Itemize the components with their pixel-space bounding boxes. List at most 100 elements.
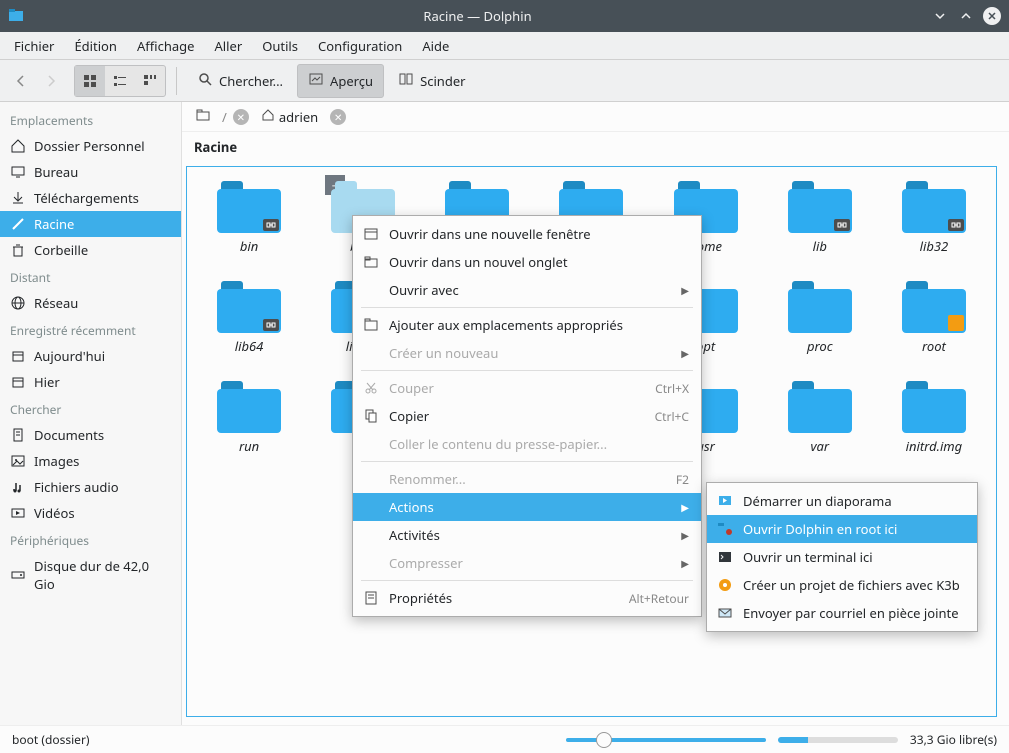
zoom-slider[interactable] <box>566 738 766 742</box>
folder-root[interactable]: root <box>882 277 986 359</box>
devices-heading: Périphériques <box>0 526 181 553</box>
forward-button[interactable] <box>38 68 64 94</box>
folder-initrd.img[interactable]: initrd.img <box>882 377 986 459</box>
ctx-d-marrer-un-diaporama[interactable]: Démarrer un diaporama <box>707 487 977 515</box>
folder-lib32[interactable]: lib32 <box>882 177 986 259</box>
sidebar-item-racine[interactable]: Racine <box>0 211 181 237</box>
menu-help[interactable]: Aide <box>412 33 459 59</box>
preview-icon <box>308 71 324 91</box>
split-button[interactable]: Scinder <box>388 65 475 97</box>
blank-icon <box>363 499 379 515</box>
folder-proc[interactable]: proc <box>768 277 872 359</box>
folder-bin[interactable]: bin <box>197 177 301 259</box>
path-home[interactable]: adrien <box>255 106 324 128</box>
sidebar-item-téléchargements[interactable]: Téléchargements <box>0 185 181 211</box>
window-icon <box>363 226 379 242</box>
view-icons-button[interactable] <box>75 66 105 96</box>
path-root[interactable] <box>190 106 216 128</box>
chevron-right-icon: ▶ <box>681 283 689 297</box>
folder-run[interactable]: run <box>197 377 301 459</box>
ctx-envoyer-par-courriel-en-pi-ce-jointe[interactable]: Envoyer par courriel en pièce jointe <box>707 599 977 627</box>
k3b-icon <box>717 577 733 593</box>
blank-icon <box>363 471 379 487</box>
blank-icon <box>363 345 379 361</box>
back-button[interactable] <box>8 68 34 94</box>
desktop-icon <box>10 164 26 180</box>
ctx-copier[interactable]: CopierCtrl+C <box>353 402 701 430</box>
folder-icon <box>217 181 281 233</box>
context-menu: Ouvrir dans une nouvelle fenêtreOuvrir d… <box>352 215 702 617</box>
ctx-actions[interactable]: Actions▶ <box>353 493 701 521</box>
blank-icon <box>363 527 379 543</box>
chevron-right-icon: ▶ <box>681 556 689 570</box>
home-icon <box>10 138 26 154</box>
ctx-couper: CouperCtrl+X <box>353 374 701 402</box>
folder-icon <box>788 281 852 333</box>
menu-config[interactable]: Configuration <box>308 33 412 59</box>
preview-button[interactable]: Aperçu <box>297 64 384 98</box>
sidebar-item-documents[interactable]: Documents <box>0 422 181 448</box>
ctx-activit-s[interactable]: Activités▶ <box>353 521 701 549</box>
folder-lib64[interactable]: lib64 <box>197 277 301 359</box>
search-icon <box>197 71 213 91</box>
folder-icon <box>788 181 852 233</box>
toolbar: Chercher... Aperçu Scinder <box>0 60 1009 102</box>
ctx-ouvrir-un-terminal-ici[interactable]: Ouvrir un terminal ici <box>707 543 977 571</box>
window-titlebar: Racine — Dolphin <box>0 0 1009 32</box>
menu-go[interactable]: Aller <box>204 33 252 59</box>
cut-icon <box>363 380 379 396</box>
space-indicator <box>778 737 898 743</box>
places-panel: Emplacements Dossier PersonnelBureauTélé… <box>0 102 182 725</box>
folder-var[interactable]: var <box>768 377 872 459</box>
view-details-button[interactable] <box>135 66 165 96</box>
path-close-icon[interactable]: ✕ <box>330 109 346 125</box>
path-close-icon[interactable]: ✕ <box>233 109 249 125</box>
blank-icon <box>363 282 379 298</box>
actions-submenu: Démarrer un diaporamaOuvrir Dolphin en r… <box>706 482 978 632</box>
menubar: Fichier Édition Affichage Aller Outils C… <box>0 32 1009 60</box>
search-heading: Chercher <box>0 395 181 422</box>
sidebar-item-fichiers-audio[interactable]: Fichiers audio <box>0 474 181 500</box>
ctx-ouvrir-avec[interactable]: Ouvrir avec▶ <box>353 276 701 304</box>
copy-icon <box>363 408 379 424</box>
sidebar-item-vidéos[interactable]: Vidéos <box>0 500 181 526</box>
menu-view[interactable]: Affichage <box>127 33 205 59</box>
home-icon <box>261 108 275 126</box>
search-button[interactable]: Chercher... <box>187 65 293 97</box>
view-compact-button[interactable] <box>105 66 135 96</box>
sidebar-item-aujourd'hui[interactable]: Aujourd'hui <box>0 343 181 369</box>
folder-icon <box>902 281 966 333</box>
sidebar-item-disque-dur-de-42,0-gio[interactable]: Disque dur de 42,0 Gio <box>0 553 181 597</box>
ctx-propri-t-s[interactable]: PropriétésAlt+Retour <box>353 584 701 612</box>
folder-icon <box>196 108 210 126</box>
maximize-button[interactable] <box>957 7 975 25</box>
image-icon <box>10 453 26 469</box>
ctx-cr-er-un-projet-de-fichiers-avec-k-b[interactable]: Créer un projet de fichiers avec K3b <box>707 571 977 599</box>
dolphin-root-icon <box>717 521 733 537</box>
tab-icon <box>363 254 379 270</box>
sidebar-item-corbeille[interactable]: Corbeille <box>0 237 181 263</box>
folder-icon <box>788 381 852 433</box>
folder-lib[interactable]: lib <box>768 177 872 259</box>
menu-tools[interactable]: Outils <box>252 33 308 59</box>
sidebar-item-bureau[interactable]: Bureau <box>0 159 181 185</box>
sidebar-item-réseau[interactable]: Réseau <box>0 290 181 316</box>
recent-heading: Enregistré récemment <box>0 316 181 343</box>
folder-icon <box>217 381 281 433</box>
sidebar-item-images[interactable]: Images <box>0 448 181 474</box>
ctx-ouvrir-dans-un-nouvel-onglet[interactable]: Ouvrir dans un nouvel onglet <box>353 248 701 276</box>
sidebar-item-dossier-personnel[interactable]: Dossier Personnel <box>0 133 181 159</box>
sidebar-item-hier[interactable]: Hier <box>0 369 181 395</box>
menu-edit[interactable]: Édition <box>64 33 127 59</box>
ctx-ouvrir-dans-une-nouvelle-fen-tre[interactable]: Ouvrir dans une nouvelle fenêtre <box>353 220 701 248</box>
folder-icon <box>902 381 966 433</box>
close-button[interactable] <box>983 7 1001 25</box>
minimize-button[interactable] <box>931 7 949 25</box>
places-heading: Emplacements <box>0 106 181 133</box>
menu-file[interactable]: Fichier <box>4 33 64 59</box>
doc-icon <box>10 427 26 443</box>
calendar-icon <box>10 348 26 364</box>
ctx-ajouter-aux-emplacements-appropri-s[interactable]: Ajouter aux emplacements appropriés <box>353 311 701 339</box>
ctx-ouvrir-dolphin-en-root-ici[interactable]: Ouvrir Dolphin en root ici <box>707 515 977 543</box>
calendar-icon <box>10 374 26 390</box>
